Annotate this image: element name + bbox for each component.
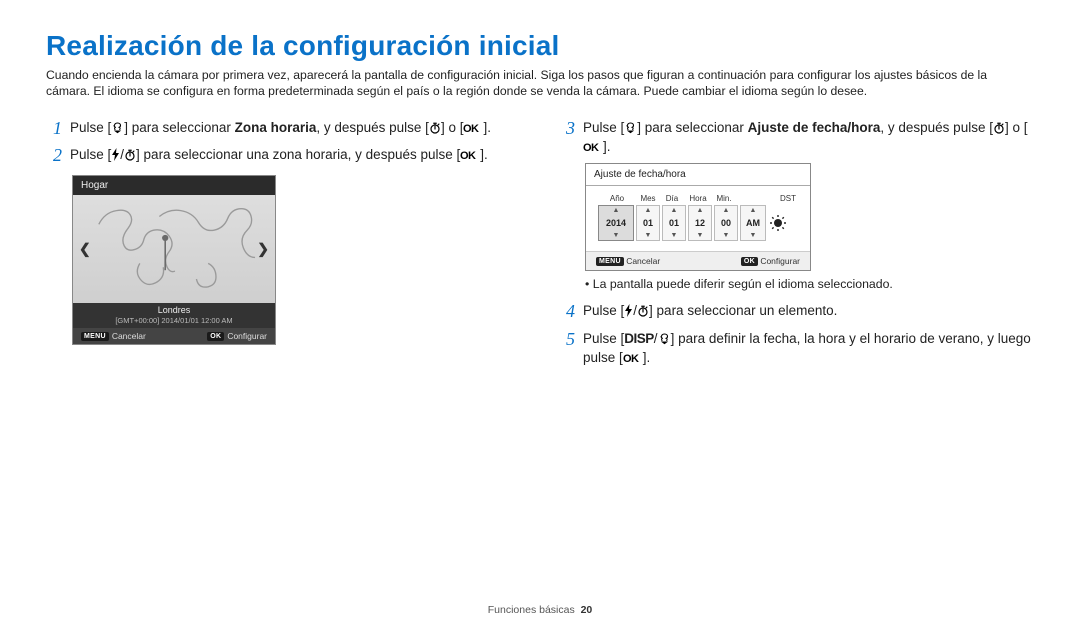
step-body: Pulse [/] para seleccionar una zona hora… — [70, 145, 521, 167]
spinner-year[interactable]: ▲2014▼ — [598, 205, 634, 241]
dt-confirm[interactable]: OK Configurar — [741, 256, 800, 266]
manual-page: Realización de la configuración inicial … — [0, 0, 1080, 630]
chevron-up-icon: ▲ — [613, 206, 620, 215]
chevron-down-icon: ▼ — [750, 231, 757, 240]
step-body: Pulse [] para seleccionar Ajuste de fech… — [583, 118, 1034, 157]
tz-confirm[interactable]: OKConfigurar — [207, 331, 267, 341]
dt-header: Ajuste de fecha/hora — [586, 164, 810, 186]
step-body: Pulse [] para seleccionar Zona horaria, … — [70, 118, 521, 140]
tz-gmt: [GMT+00:00] 2014/01/01 12:00 AM — [73, 316, 275, 328]
macro-down-icon — [658, 333, 671, 348]
chevron-up-icon: ▲ — [750, 206, 757, 215]
svg-text:OK: OK — [583, 142, 599, 153]
step-5: 5 Pulse [DISP/] para definir la fecha, l… — [559, 329, 1034, 368]
chevron-up-icon: ▲ — [697, 206, 704, 215]
chevron-down-icon: ▼ — [697, 231, 704, 240]
dt-col-labels: Año Mes Día Hora Min. DST — [586, 186, 810, 203]
timer-icon — [993, 122, 1005, 137]
chevron-down-icon: ▼ — [645, 231, 652, 240]
page-footer: Funciones básicas 20 — [0, 604, 1080, 616]
macro-down-icon — [624, 122, 637, 137]
chevron-up-icon: ▲ — [723, 206, 730, 215]
step-number: 4 — [559, 301, 575, 323]
ok-icon: OK — [583, 142, 603, 156]
column-left: 1 Pulse [] para seleccionar Zona horaria… — [46, 118, 521, 374]
chevron-down-icon: ▼ — [613, 231, 620, 240]
arrow-right-icon[interactable]: ❯ — [257, 240, 269, 257]
macro-down-icon — [111, 122, 124, 137]
step-4: 4 Pulse [/] para seleccionar un elemento… — [559, 301, 1034, 323]
tz-header: Hogar — [73, 176, 275, 195]
timer-icon — [124, 149, 136, 164]
spinner-day[interactable]: ▲01▼ — [662, 205, 686, 241]
spinner-month[interactable]: ▲01▼ — [636, 205, 660, 241]
dt-spinners: ▲2014▼ ▲01▼ ▲01▼ ▲12▼ ▲00▼ ▲AM▼ — [586, 203, 810, 251]
timer-icon — [637, 305, 649, 320]
timezone-screen: Hogar ❮ ❯ Londres [GMT+00:00] 2014/01/01… — [72, 175, 276, 345]
svg-text:OK: OK — [623, 353, 639, 364]
column-right: 3 Pulse [] para seleccionar Ajuste de fe… — [559, 118, 1034, 374]
flash-icon — [111, 148, 120, 164]
timer-icon — [429, 122, 441, 137]
tz-cancel[interactable]: MENUCancelar — [81, 331, 146, 341]
ok-icon: OK — [460, 150, 480, 164]
ok-icon: OK — [623, 353, 643, 367]
step-number: 2 — [46, 145, 62, 167]
datetime-screen: Ajuste de fecha/hora Año Mes Día Hora Mi… — [585, 163, 811, 271]
tz-map: ❮ ❯ — [73, 195, 275, 303]
dst-icon[interactable] — [768, 213, 788, 233]
disp-icon: DISP — [624, 331, 654, 346]
step-1: 1 Pulse [] para seleccionar Zona horaria… — [46, 118, 521, 140]
dt-footer: MENU Cancelar OK Configurar — [586, 251, 810, 270]
tz-footer: MENUCancelar OKConfigurar — [73, 328, 275, 344]
note-bullet: La pantalla puede diferir según el idiom… — [585, 277, 1034, 291]
step-2: 2 Pulse [/] para seleccionar una zona ho… — [46, 145, 521, 167]
chevron-up-icon: ▲ — [645, 206, 652, 215]
ok-icon: OK — [463, 123, 483, 137]
tz-city: Londres — [73, 303, 275, 316]
step-number: 1 — [46, 118, 62, 140]
columns: 1 Pulse [] para seleccionar Zona horaria… — [46, 118, 1034, 374]
chevron-down-icon: ▼ — [723, 231, 730, 240]
step-body: Pulse [/] para seleccionar un elemento. — [583, 301, 1034, 323]
svg-text:OK: OK — [460, 150, 476, 161]
spinner-min[interactable]: ▲00▼ — [714, 205, 738, 241]
intro-text: Cuando encienda la cámara por primera ve… — [46, 68, 1031, 100]
step-3: 3 Pulse [] para seleccionar Ajuste de fe… — [559, 118, 1034, 157]
chevron-down-icon: ▼ — [671, 231, 678, 240]
spinner-ampm[interactable]: ▲AM▼ — [740, 205, 766, 241]
arrow-left-icon[interactable]: ❮ — [79, 240, 91, 257]
flash-icon — [624, 304, 633, 320]
dt-cancel[interactable]: MENU Cancelar — [596, 256, 660, 266]
step-number: 5 — [559, 329, 575, 368]
step-number: 3 — [559, 118, 575, 157]
svg-text:OK: OK — [463, 123, 479, 134]
step-body: Pulse [DISP/] para definir la fecha, la … — [583, 329, 1034, 368]
page-title: Realización de la configuración inicial — [46, 30, 1034, 62]
chevron-up-icon: ▲ — [671, 206, 678, 215]
world-map-icon — [91, 195, 257, 300]
spinner-hour[interactable]: ▲12▼ — [688, 205, 712, 241]
